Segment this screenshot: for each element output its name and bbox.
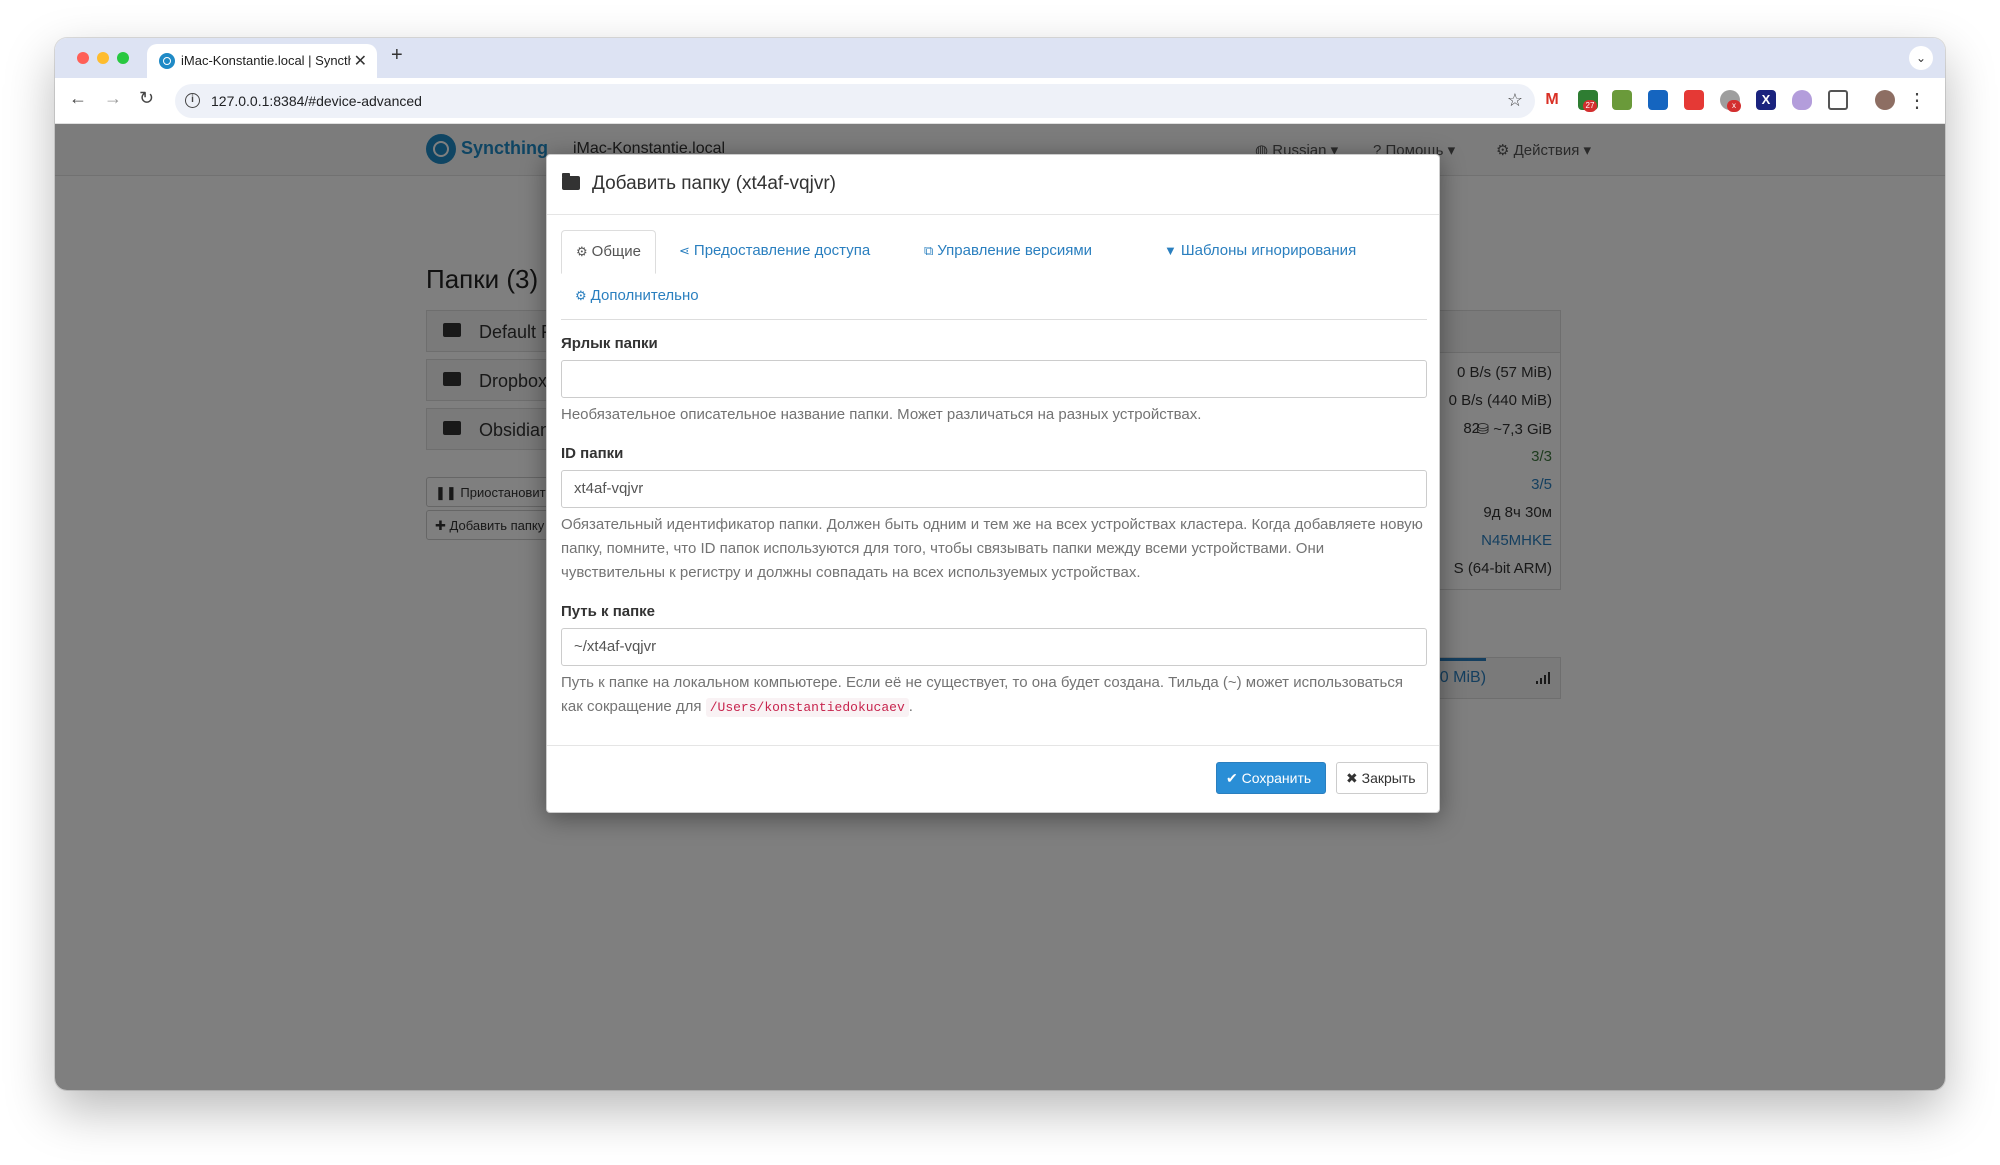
url-text: 127.0.0.1:8384/#device-advanced	[211, 93, 422, 109]
modal-header: Добавить папку (xt4af-vqjvr)	[547, 155, 1439, 215]
tab-advanced[interactable]: ⚙ Дополнительно	[561, 275, 713, 319]
folder-id-help: Обязательный идентификатор папки. Должен…	[561, 516, 1423, 581]
address-bar[interactable]: i 127.0.0.1:8384/#device-advanced ☆	[175, 84, 1535, 118]
extension-map-icon[interactable]	[1612, 90, 1632, 110]
gmail-extension-icon[interactable]: M	[1542, 90, 1562, 110]
browser-window: iMac-Konstantie.local | Syncthing ✕ + ⌄ …	[55, 38, 1945, 1090]
tab-versioning-label: Управление версиями	[937, 242, 1093, 259]
save-button-label: Сохранить	[1241, 770, 1312, 786]
extension-red-icon[interactable]	[1684, 90, 1704, 110]
syncthing-favicon-icon	[159, 53, 175, 69]
minimize-window-button[interactable]	[97, 52, 109, 64]
folder-id-input[interactable]: xt4af-vqjvr	[561, 470, 1427, 508]
tab-close-icon[interactable]: ✕	[354, 51, 367, 71]
save-button[interactable]: ✔ Сохранить	[1216, 762, 1326, 794]
tab-general[interactable]: ⚙ Общие	[561, 230, 656, 274]
close-button-label: Закрыть	[1361, 770, 1416, 786]
close-button[interactable]: ✖ Закрыть	[1336, 762, 1428, 794]
extension-count-badge: 27	[1583, 100, 1597, 112]
extension-blue-icon[interactable]	[1648, 90, 1668, 110]
folder-label-help: Необязательное описательное название пап…	[561, 406, 1202, 423]
cogs-icon: ⚙	[575, 288, 587, 303]
extension-purple-icon[interactable]	[1792, 90, 1812, 110]
reload-icon[interactable]: ↻	[139, 88, 154, 109]
close-icon: ✖	[1346, 770, 1358, 786]
profile-avatar[interactable]	[1875, 90, 1895, 110]
modal-tabs: ⚙ Общие ⋖ Предоставление доступа ⧉ Управлен…	[561, 230, 1427, 320]
extension-error-badge: x	[1727, 100, 1741, 112]
folder-path-help-end: .	[908, 698, 913, 715]
folder-path-help: Путь к папке на локальном компьютере. Ес…	[561, 671, 1427, 720]
folder-label-input[interactable]	[561, 360, 1427, 398]
browser-menu-icon[interactable]: ⋮	[1907, 88, 1927, 113]
share-icon: ⋖	[679, 243, 690, 258]
folder-path-label: Путь к папке	[561, 603, 656, 620]
tab-ignore-label: Шаблоны игнорирования	[1180, 242, 1357, 259]
tab-ignore-patterns[interactable]: ▼ Шаблоны игнорирования	[1150, 230, 1370, 274]
browser-toolbar: ← → ↻ i 127.0.0.1:8384/#device-advanced …	[55, 78, 1945, 124]
folder-path-input[interactable]: ~/xt4af-vqjvr	[561, 628, 1427, 666]
add-folder-dialog: Добавить папку (xt4af-vqjvr) ⚙ Общие ⋖ Пре…	[546, 154, 1440, 813]
copy-icon: ⧉	[924, 243, 934, 258]
back-arrow-icon[interactable]: ←	[69, 88, 87, 109]
folder-icon	[562, 173, 580, 190]
extension-x-icon[interactable]: X	[1756, 90, 1776, 110]
tab-search-icon[interactable]: ⌄	[1909, 46, 1933, 70]
extensions-puzzle-icon[interactable]	[1828, 90, 1848, 110]
home-path-code: /Users/konstantiedokucaev	[705, 698, 909, 717]
forward-arrow-icon[interactable]: →	[104, 88, 122, 109]
tab-general-label: Общие	[591, 243, 641, 260]
gear-icon: ⚙	[576, 244, 588, 259]
tab-sharing-label: Предоставление доступа	[693, 242, 871, 259]
filter-icon: ▼	[1164, 243, 1177, 258]
folder-path-help-text: Путь к папке на локальном компьютере. Ес…	[561, 674, 1403, 715]
tab-advanced-label: Дополнительно	[590, 287, 699, 304]
maximize-window-button[interactable]	[117, 52, 129, 64]
bookmark-star-icon[interactable]: ☆	[1507, 90, 1523, 111]
close-window-button[interactable]	[77, 52, 89, 64]
browser-tabbar: iMac-Konstantie.local | Syncthing ✕ + ⌄	[55, 38, 1945, 78]
modal-footer: ✔ Сохранить ✖ Закрыть	[547, 745, 1439, 814]
new-tab-icon[interactable]: +	[391, 44, 403, 67]
folder-id-label: ID папки	[561, 445, 624, 462]
check-icon: ✔	[1226, 770, 1238, 786]
modal-title: Добавить папку (xt4af-vqjvr)	[592, 173, 836, 194]
browser-tab[interactable]: iMac-Konstantie.local | Syncthing ✕	[147, 44, 377, 78]
tab-versioning[interactable]: ⧉ Управление версиями	[910, 230, 1106, 274]
page-content: Syncthing iMac-Konstantie.local ◍ Russia…	[55, 124, 1945, 1090]
folder-label-label: Ярлык папки	[561, 335, 658, 352]
tab-sharing[interactable]: ⋖ Предоставление доступа	[665, 230, 884, 274]
tab-title: iMac-Konstantie.local | Syncthing	[181, 53, 351, 68]
site-info-icon[interactable]: i	[185, 93, 200, 108]
